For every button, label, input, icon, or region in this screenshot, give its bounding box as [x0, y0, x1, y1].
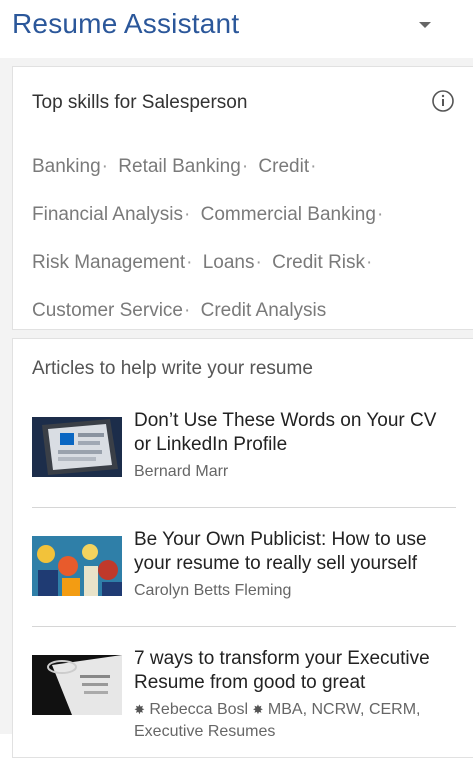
article-title: Don’t Use These Words on Your CV or Link…: [134, 410, 437, 455]
skill-tag[interactable]: Loans: [203, 252, 255, 273]
skill-tag[interactable]: Credit: [258, 156, 309, 177]
article-author: ✸ Rebecca Bosl ✸ MBA, NCRW, CERM,: [134, 701, 421, 718]
article-item[interactable]: Don’t Use These Words on Your CV or Link…: [32, 409, 456, 517]
skill-tag[interactable]: Risk Management: [32, 252, 185, 273]
article-author: Bernard Marr: [134, 463, 229, 480]
star-badge-icon: ✸: [252, 702, 264, 717]
article-author-extra: Executive Resumes: [134, 723, 276, 740]
skills-list: Banking· Retail Banking· Credit· Financi…: [32, 156, 384, 321]
divider: [32, 626, 456, 627]
chevron-down-icon: [419, 22, 431, 28]
articles-card: Articles to help write your resume Don’t…: [12, 338, 473, 758]
article-item[interactable]: Be Your Own Publicist: How to use your r…: [32, 528, 456, 636]
skill-tag[interactable]: Customer Service: [32, 300, 183, 321]
pane-options-dropdown[interactable]: [412, 14, 438, 36]
article-thumbnail: [32, 417, 122, 477]
article-title: 7 ways to transform your Executive Resum…: [134, 648, 430, 693]
skill-tag[interactable]: Financial Analysis: [32, 204, 183, 225]
skill-tag[interactable]: Retail Banking: [118, 156, 241, 177]
skill-tag[interactable]: Credit Analysis: [201, 300, 327, 321]
skill-tag[interactable]: Commercial Banking: [201, 204, 376, 225]
pane-title: Resume Assistant: [12, 8, 240, 39]
articles-title: Articles to help write your resume: [32, 358, 313, 379]
content-panel[interactable]: Top skills for Salesperson Banking· Reta…: [0, 58, 473, 758]
top-skills-title: Top skills for Salesperson: [32, 92, 248, 113]
article-author: Carolyn Betts Fleming: [134, 582, 292, 599]
article-thumbnail: [32, 536, 122, 596]
divider: [32, 507, 456, 508]
article-item[interactable]: 7 ways to transform your Executive Resum…: [32, 647, 456, 755]
skill-tag[interactable]: Banking: [32, 156, 101, 177]
skill-tag[interactable]: Credit Risk: [272, 252, 365, 273]
header: Resume Assistant: [0, 0, 473, 58]
article-title: Be Your Own Publicist: How to use your r…: [134, 529, 427, 574]
star-badge-icon: ✸: [134, 702, 145, 717]
article-thumbnail: [32, 655, 122, 715]
top-skills-card: Top skills for Salesperson Banking· Reta…: [12, 66, 473, 330]
info-icon[interactable]: [431, 89, 455, 113]
